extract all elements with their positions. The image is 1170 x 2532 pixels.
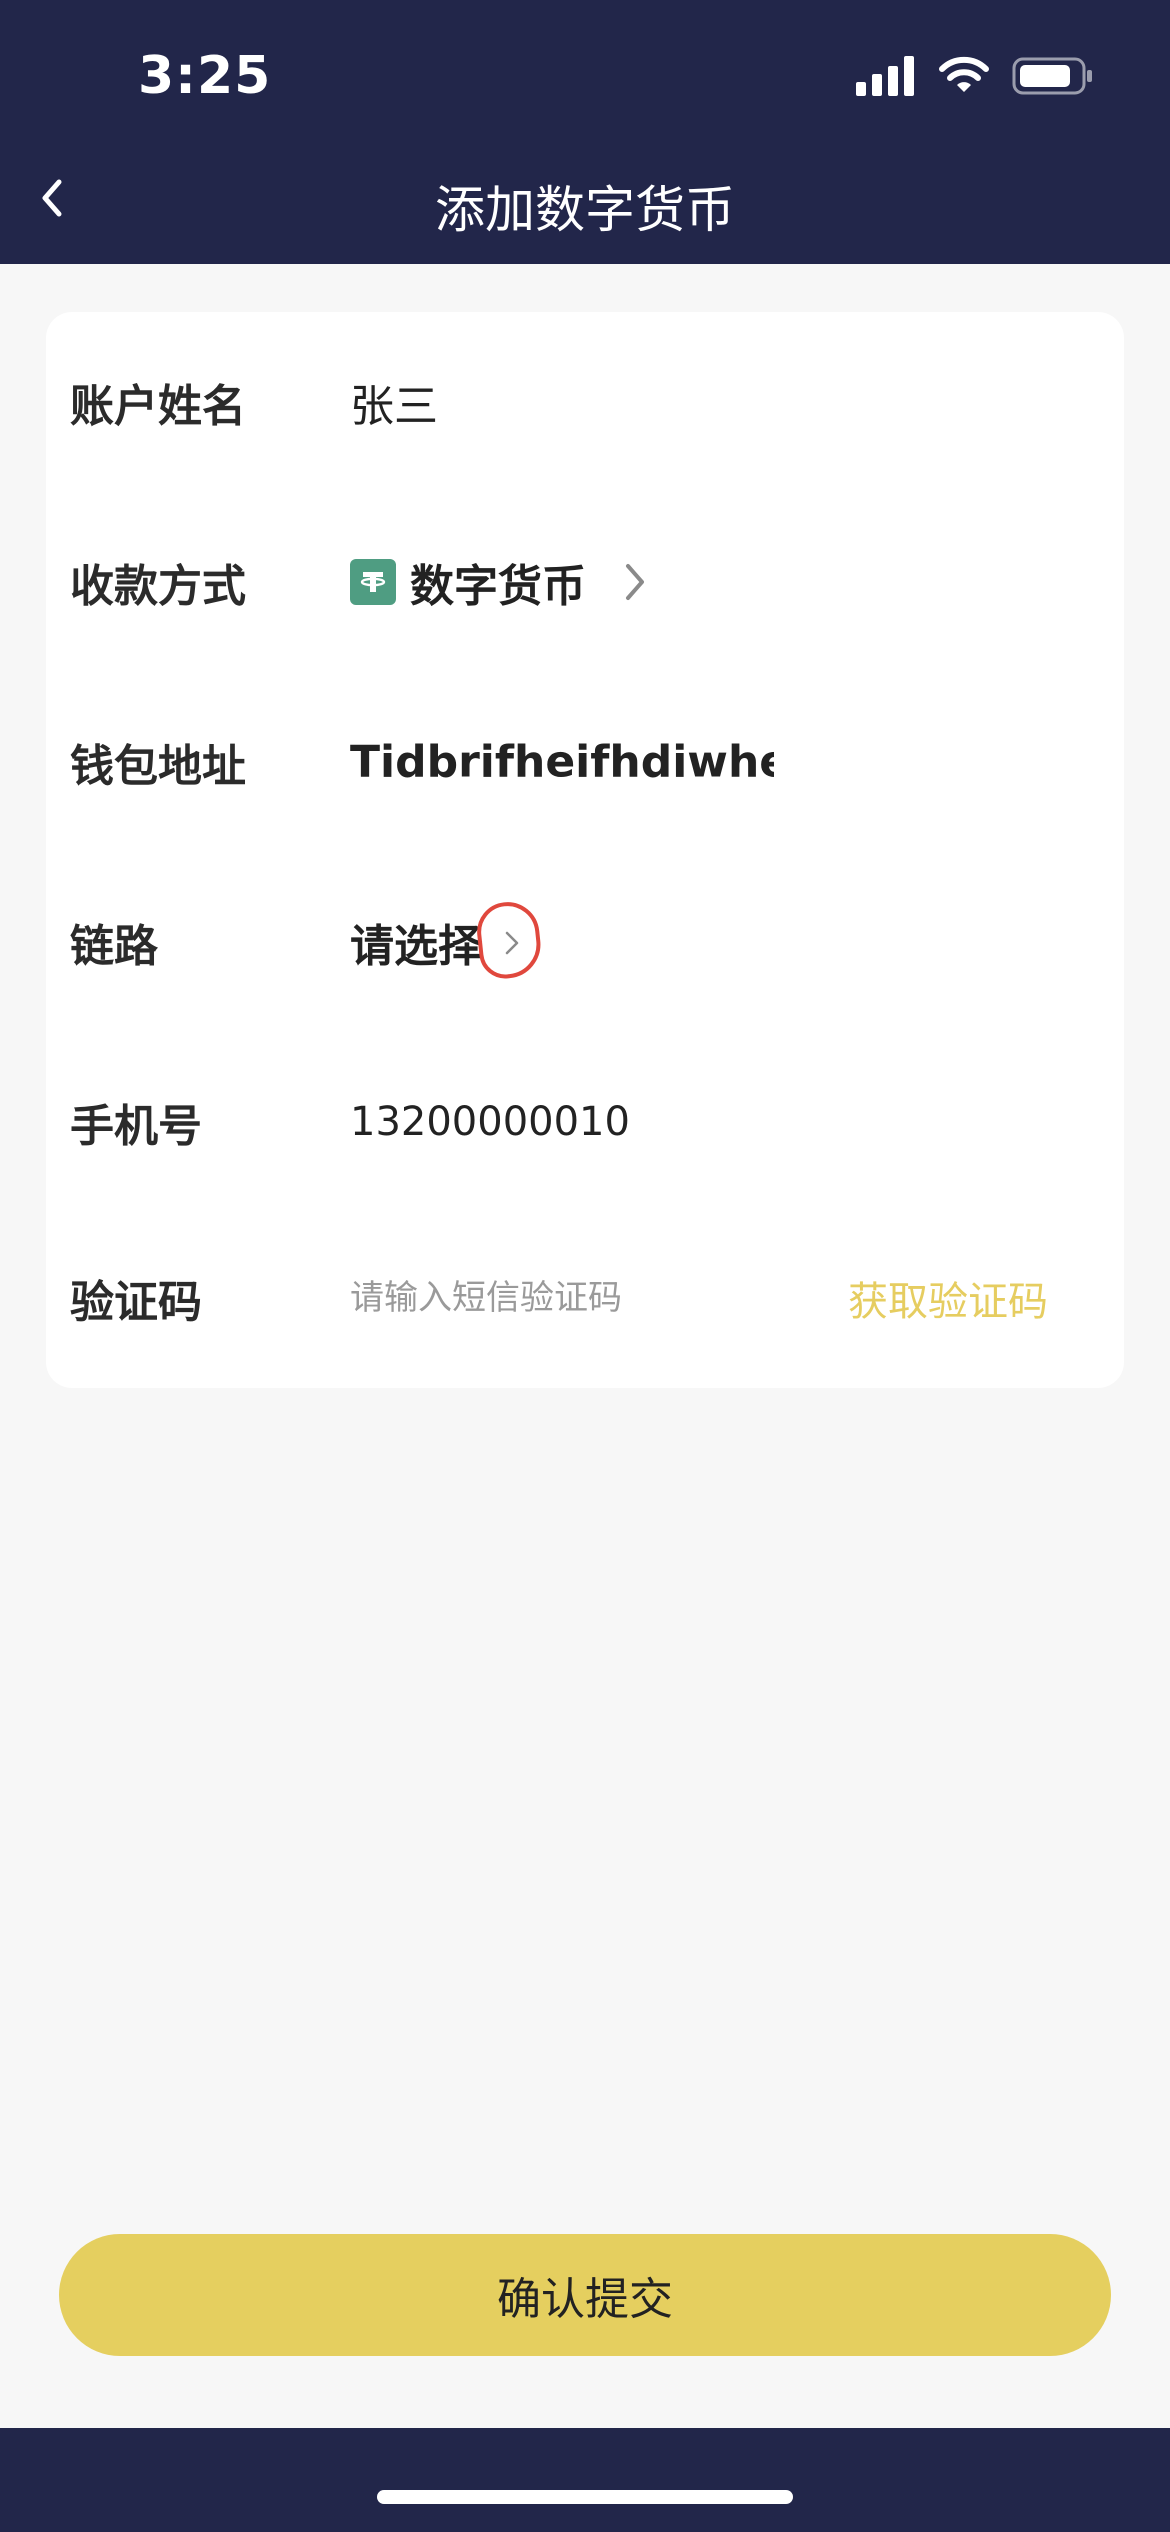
verification-row: 验证码 获取验证码 — [46, 1208, 1124, 1388]
account-name-row: 账户姓名 张三 — [46, 312, 1124, 492]
annotation-circle — [474, 898, 544, 982]
wallet-address-label: 钱包地址 — [70, 741, 246, 792]
submit-button[interactable]: 确认提交 — [59, 2234, 1111, 2356]
chain-value: 请选择 — [350, 921, 482, 972]
tether-coin-icon — [350, 559, 396, 605]
chain-chevron[interactable] — [474, 898, 544, 982]
wallet-address-field[interactable]: Tidbrifheifhdiwheifjs — [350, 737, 774, 788]
phone-label: 手机号 — [70, 1101, 202, 1152]
payment-method-row[interactable]: 收款方式 数字货币 — [46, 492, 1124, 672]
chain-label: 链路 — [70, 921, 158, 972]
home-indicator[interactable] — [377, 2490, 793, 2504]
account-name-label: 账户姓名 — [70, 381, 246, 432]
battery-icon — [1012, 56, 1094, 100]
account-name-value: 张三 — [350, 381, 438, 432]
status-icons — [856, 56, 1094, 100]
phone-row: 手机号 13200000010 — [46, 1032, 1124, 1212]
payment-method-label: 收款方式 — [70, 561, 246, 612]
phone-value: 13200000010 — [350, 1099, 630, 1145]
top-header: 3:25 添加数字货币 — [0, 0, 1170, 264]
wallet-address-row: 钱包地址 Tidbrifheifhdiwheifjs — [46, 672, 1124, 852]
status-time: 3:25 — [138, 46, 272, 106]
bottom-bar — [0, 2428, 1170, 2532]
chain-selector[interactable]: 请选择 — [350, 898, 544, 982]
payment-method-selector[interactable]: 数字货币 — [350, 550, 648, 614]
payment-method-value: 数字货币 — [410, 561, 586, 612]
verification-label: 验证码 — [70, 1277, 202, 1328]
form-card: 账户姓名 张三 收款方式 数字货币 钱包地址 Tidbrifheifhdiwhe… — [46, 312, 1124, 1388]
cellular-signal-icon — [856, 56, 916, 100]
chevron-right-icon — [622, 560, 648, 604]
get-code-button[interactable]: 获取验证码 — [848, 1269, 1048, 1327]
wifi-icon — [938, 56, 990, 100]
sms-code-input[interactable] — [350, 1278, 810, 1318]
chain-row[interactable]: 链路 请选择 — [46, 852, 1124, 1032]
page-title: 添加数字货币 — [435, 181, 735, 239]
